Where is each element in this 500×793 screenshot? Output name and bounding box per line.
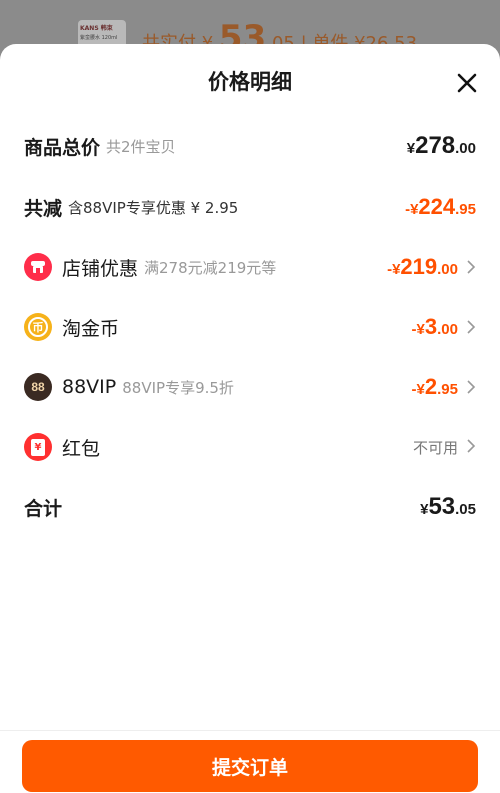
coin-int: 3 xyxy=(424,314,438,339)
shop-label: 店铺优惠 xyxy=(62,257,139,280)
chevron-right-icon xyxy=(467,380,476,394)
row-total: 商品总价 共2件宝贝 ¥278.00 xyxy=(24,126,476,166)
row-red-packet[interactable]: ¥ 红包 不可用 xyxy=(24,427,476,467)
thumb-text: 紫蛮腰水 120ml xyxy=(80,35,118,41)
price-detail-sheet: 价格明细 商品总价 共2件宝贝 ¥278.00 共减 含88VIP专享优惠 ¥ … xyxy=(0,44,500,793)
coin-price: -¥ 3.00 xyxy=(412,314,476,340)
submit-order-button[interactable]: 提交订单 xyxy=(22,740,478,792)
shop-int: 219 xyxy=(400,254,438,279)
red-packet-label: 红包 xyxy=(62,437,101,460)
coin-label: 淘金币 xyxy=(62,317,120,340)
reduce-price: -¥ 224.95 xyxy=(405,194,476,220)
shop-cur: -¥ xyxy=(387,261,401,278)
red-packet-icon: ¥ xyxy=(24,433,52,461)
shop-dec: .00 xyxy=(437,261,458,278)
reduce-sub: 含88VIP专享优惠 ¥ 2.95 xyxy=(68,198,239,217)
total-int: 278 xyxy=(415,132,456,159)
sum-cur: ¥ xyxy=(420,501,429,518)
row-shop-discount[interactable]: 店铺优惠 满278元减219元等 -¥ 219.00 xyxy=(24,247,476,287)
red-packet-value: 不可用 xyxy=(413,437,476,458)
sum-dec: .05 xyxy=(455,501,476,518)
vip-sub: 88VIP专享9.5折 xyxy=(122,378,234,397)
chevron-right-icon xyxy=(467,320,476,334)
vip-price: -¥ 2.95 xyxy=(412,374,476,400)
reduce-int: 224 xyxy=(418,194,456,219)
shop-price: -¥ 219.00 xyxy=(387,254,476,280)
chevron-right-icon xyxy=(467,438,476,453)
total-price: ¥278.00 xyxy=(407,132,476,160)
sum-label: 合计 xyxy=(24,497,63,520)
vip-dec: .95 xyxy=(437,381,458,398)
row-reduce: 共减 含88VIP专享优惠 ¥ 2.95 -¥ 224.95 xyxy=(24,187,476,227)
vip-label: 88VIP xyxy=(62,376,117,398)
coin-icon: 币 xyxy=(24,313,52,341)
close-icon xyxy=(457,73,477,93)
total-sub: 共2件宝贝 xyxy=(106,137,176,156)
total-dec: .00 xyxy=(455,140,476,157)
sheet-title: 价格明细 xyxy=(208,70,292,94)
reduce-cur: -¥ xyxy=(405,201,419,218)
row-sum: 合计 ¥53.05 xyxy=(24,487,476,527)
vip-glyph: 88 xyxy=(31,380,45,394)
close-button[interactable] xyxy=(456,72,478,94)
shop-sub: 满278元减219元等 xyxy=(144,258,277,277)
sum-price: ¥53.05 xyxy=(420,493,476,521)
thumb-brand: KANS 韩束 xyxy=(80,25,113,32)
total-cur: ¥ xyxy=(406,140,416,157)
vip-cur: -¥ xyxy=(411,381,425,398)
coin-dec: .00 xyxy=(437,321,458,338)
reduce-label: 共减 xyxy=(24,197,63,220)
coin-cur: -¥ xyxy=(411,321,425,338)
vip-icon: 88 xyxy=(24,373,52,401)
row-88vip[interactable]: 88 88VIP 88VIP专享9.5折 -¥ 2.95 xyxy=(24,367,476,407)
total-label: 商品总价 xyxy=(24,136,101,159)
footer-divider xyxy=(0,730,500,731)
vip-int: 2 xyxy=(424,374,438,399)
red-packet-status: 不可用 xyxy=(412,438,458,457)
reduce-dec: .95 xyxy=(455,201,476,218)
chevron-right-icon xyxy=(467,260,476,274)
row-coin[interactable]: 币 淘金币 -¥ 3.00 xyxy=(24,307,476,347)
sum-int: 53 xyxy=(428,493,456,520)
shop-icon xyxy=(24,253,52,281)
coin-glyph: 币 xyxy=(28,317,48,337)
red-packet-glyph: ¥ xyxy=(31,438,45,456)
